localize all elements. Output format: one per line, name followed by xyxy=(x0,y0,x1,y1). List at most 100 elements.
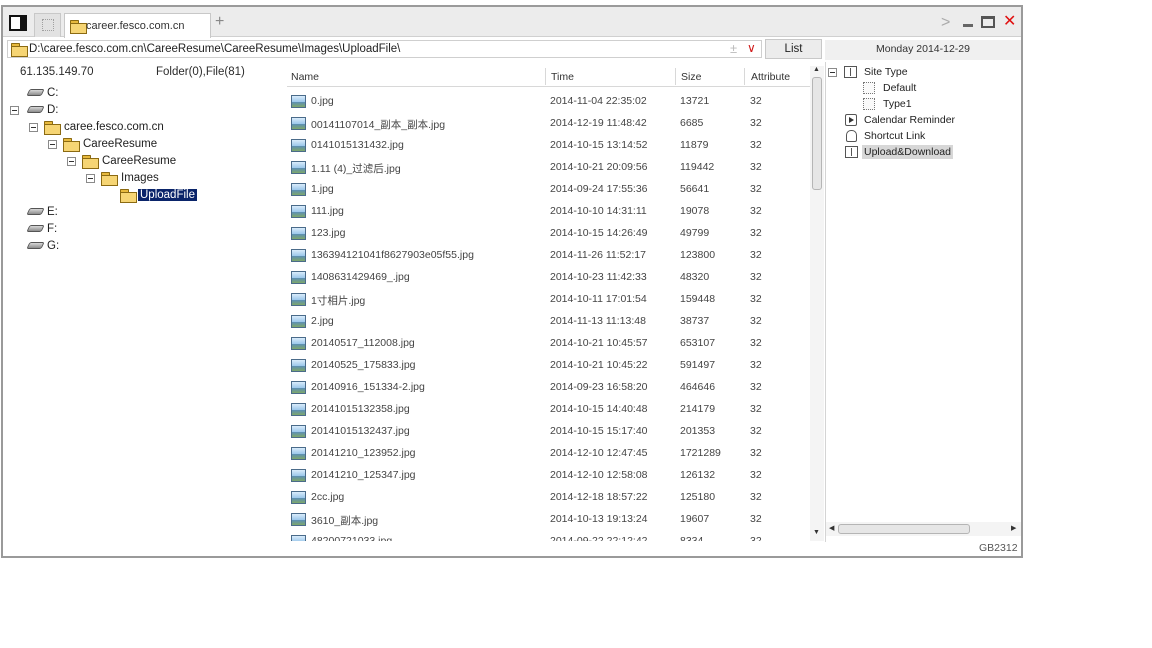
file-row[interactable]: 1.jpg 2014-09-24 17:55:36 56641 32 xyxy=(287,177,810,199)
folder-icon xyxy=(70,20,87,34)
file-row[interactable]: 20141015132358.jpg 2014-10-15 14:40:48 214… xyxy=(287,397,810,419)
column-time[interactable]: Time xyxy=(551,71,574,83)
file-attribute: 32 xyxy=(750,227,762,239)
file-time: 2014-10-21 20:09:56 xyxy=(550,161,648,173)
address-bar[interactable]: D:\caree.fesco.com.cn\CareeResume\CareeR… xyxy=(7,40,762,58)
plus-minus-icon[interactable]: ± xyxy=(730,41,737,56)
file-row[interactable]: 20140525_175833.jpg 2014-10-21 10:45:22 59… xyxy=(287,353,810,375)
file-row[interactable]: 123.jpg 2014-10-15 14:26:49 49799 32 xyxy=(287,221,810,243)
file-attribute: 32 xyxy=(750,513,762,525)
image-file-icon xyxy=(291,249,306,262)
file-row[interactable]: 111.jpg 2014-10-10 14:31:11 19078 32 xyxy=(287,199,810,221)
file-size: 38737 xyxy=(680,315,710,327)
column-divider[interactable] xyxy=(744,68,745,85)
file-row[interactable]: 3610_副本.jpg 2014-10-13 19:13:24 19607 32 xyxy=(287,507,810,529)
file-row[interactable]: 0141015131432.jpg 2014-10-15 13:14:52 1187… xyxy=(287,133,810,155)
scroll-up-icon[interactable]: ▲ xyxy=(813,66,820,73)
file-name: 0.jpg xyxy=(311,95,334,107)
file-name: 48200721033.jpg xyxy=(311,535,393,541)
file-row[interactable]: 20141210_123952.jpg 2014-12-10 12:47:45 17… xyxy=(287,441,810,463)
tab-blank[interactable] xyxy=(34,13,61,37)
file-row[interactable]: 2cc.jpg 2014-12-18 18:57:22 125180 32 xyxy=(287,485,810,507)
close-button[interactable]: ✕ xyxy=(1003,11,1016,31)
ip-address: 61.135.149.70 xyxy=(20,66,94,78)
date-label: Monday 2014-12-29 xyxy=(825,40,1021,60)
title-bar: career.fesco.com.cn + > ✕ xyxy=(3,7,1021,38)
file-time: 2014-11-13 11:13:48 xyxy=(550,315,646,327)
file-list: 0.jpg 2014-11-04 22:35:02 13721 32 001411070… xyxy=(287,89,810,541)
file-row[interactable]: 136394121041f8627903e05f55.jpg 2014-11-26… xyxy=(287,243,810,265)
maximize-button[interactable] xyxy=(981,16,995,28)
file-attribute: 32 xyxy=(750,117,762,129)
address-path[interactable]: D:\caree.fesco.com.cn\CareeResume\CareeR… xyxy=(29,43,400,55)
column-attribute[interactable]: Attribute xyxy=(751,71,790,83)
file-row[interactable]: 1.11 (4)_过滤后.jpg 2014-10-21 20:09:56 11944… xyxy=(287,155,810,177)
file-row[interactable]: 20140517_112008.jpg 2014-10-21 10:45:57 65… xyxy=(287,331,810,353)
folder-icon xyxy=(11,43,28,57)
column-size[interactable]: Size xyxy=(681,71,701,83)
file-time: 2014-12-18 18:57:22 xyxy=(550,491,648,503)
file-size: 13721 xyxy=(680,95,710,107)
folder-icon xyxy=(82,155,99,169)
scroll-left-icon[interactable]: ◀ xyxy=(829,524,834,532)
file-attribute: 32 xyxy=(750,161,762,173)
chevron-down-icon[interactable]: ∨ xyxy=(747,41,756,55)
tab-career-fesco[interactable]: career.fesco.com.cn xyxy=(64,13,211,38)
collapse-icon[interactable] xyxy=(67,157,76,166)
file-time: 2014-09-23 16:58:20 xyxy=(550,381,648,393)
image-file-icon xyxy=(291,469,306,482)
forward-arrow-icon[interactable]: > xyxy=(941,14,950,32)
column-divider[interactable] xyxy=(675,68,676,85)
collapse-icon[interactable] xyxy=(48,140,57,149)
file-attribute: 32 xyxy=(750,293,762,305)
image-file-icon xyxy=(291,381,306,394)
file-row[interactable]: 20141210_125347.jpg 2014-12-10 12:58:08 12… xyxy=(287,463,810,485)
scroll-thumb[interactable] xyxy=(838,524,970,534)
file-attribute: 32 xyxy=(750,139,762,151)
file-size: 591497 xyxy=(680,359,716,371)
file-time: 2014-09-24 17:55:36 xyxy=(550,183,648,195)
collapse-icon[interactable] xyxy=(10,106,19,115)
file-row[interactable]: 20140916_151334-2.jpg 2014-09-23 16:58:20… xyxy=(287,375,810,397)
file-size: 653107 xyxy=(680,337,716,349)
image-file-icon xyxy=(291,447,306,460)
file-row[interactable]: 48200721033.jpg 2014-09-22 22:12:42 8334 32 xyxy=(287,529,810,541)
file-row[interactable]: 1寸相片.jpg 2014-10-11 17:01:54 159448 32 xyxy=(287,287,810,309)
file-time: 2014-10-21 10:45:22 xyxy=(550,359,648,371)
collapse-icon[interactable] xyxy=(828,68,837,77)
file-attribute: 32 xyxy=(750,205,762,217)
horizontal-scrollbar[interactable]: ◀ ▶ xyxy=(826,522,1021,536)
folder-icon xyxy=(120,189,137,203)
file-row[interactable]: 2.jpg 2014-11-13 11:13:48 38737 32 xyxy=(287,309,810,331)
file-time: 2014-10-15 14:40:48 xyxy=(550,403,648,415)
file-name: 3610_副本.jpg xyxy=(311,515,379,527)
collapse-icon[interactable] xyxy=(29,123,38,132)
sidebar-toggle-icon[interactable] xyxy=(9,15,27,31)
file-size: 119442 xyxy=(680,161,715,173)
file-name: 136394121041f8627903e05f55.jpg xyxy=(311,249,474,261)
image-file-icon xyxy=(291,337,306,350)
collapse-icon[interactable] xyxy=(86,174,95,183)
column-name[interactable]: Name xyxy=(291,71,319,83)
image-file-icon xyxy=(291,359,306,372)
minimize-button[interactable] xyxy=(963,24,973,27)
file-size: 6685 xyxy=(680,117,704,129)
file-row[interactable]: 1408631429469_.jpg 2014-10-23 11:42:33 483… xyxy=(287,265,810,287)
panel-divider[interactable] xyxy=(825,62,826,542)
vertical-scrollbar[interactable]: ▲ ▼ xyxy=(810,66,824,541)
file-row[interactable]: 20141015132437.jpg 2014-10-15 15:17:40 201… xyxy=(287,419,810,441)
list-button[interactable]: List xyxy=(765,39,822,59)
file-row[interactable]: 0.jpg 2014-11-04 22:35:02 13721 32 xyxy=(287,89,810,111)
file-size: 126132 xyxy=(680,469,716,481)
scroll-thumb[interactable] xyxy=(812,77,822,190)
file-size: 464646 xyxy=(680,381,716,393)
new-tab-button[interactable]: + xyxy=(215,14,224,30)
scroll-down-icon[interactable]: ▼ xyxy=(813,529,820,536)
folder-icon xyxy=(101,172,118,186)
scroll-right-icon[interactable]: ▶ xyxy=(1011,524,1016,532)
tab-label: career.fesco.com.cn xyxy=(86,20,185,32)
file-row[interactable]: 00141107014_副本_副本.jpg 2014-12-19 11:48:42… xyxy=(287,111,810,133)
file-time: 2014-10-11 17:01:54 xyxy=(550,293,647,305)
column-divider[interactable] xyxy=(545,68,546,85)
image-file-icon xyxy=(291,161,306,174)
